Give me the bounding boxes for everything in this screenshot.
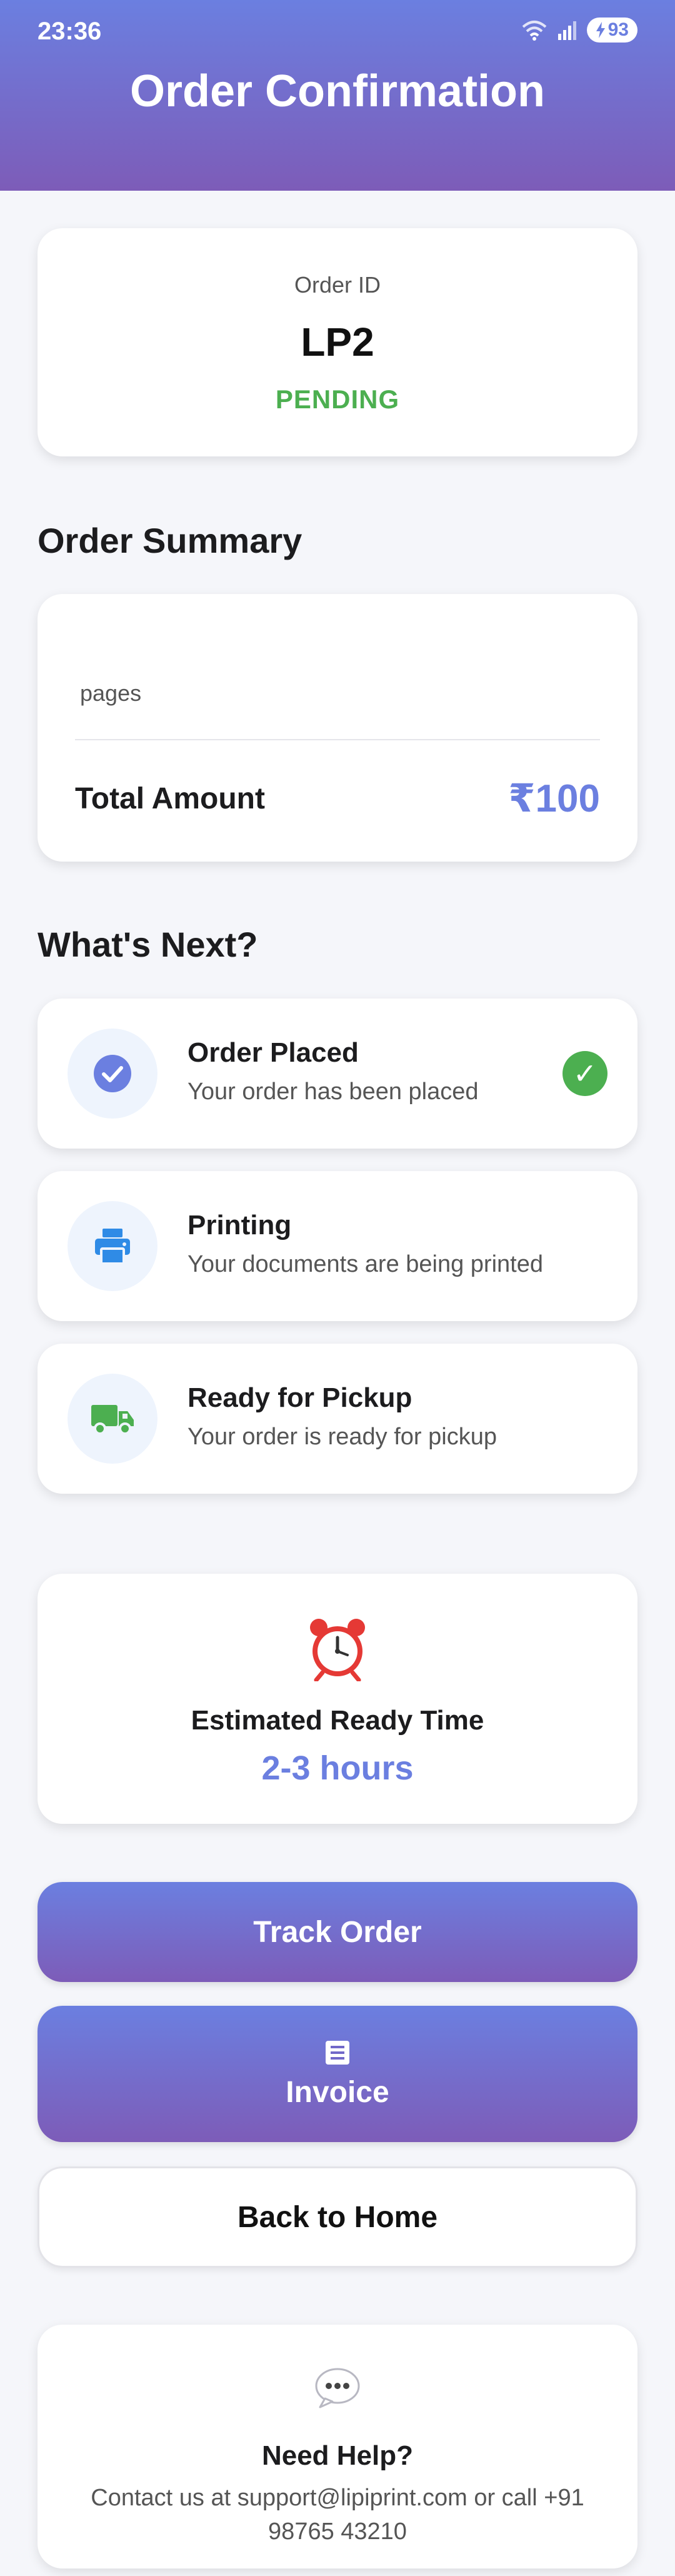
step-icon-container: [68, 1374, 158, 1464]
back-to-home-label: Back to Home: [237, 2200, 438, 2234]
status-bar: 23:36 93: [0, 0, 675, 63]
step-description: Your order is ready for pickup: [188, 1424, 497, 1450]
step-icon-container: [68, 1029, 158, 1119]
signal-icon: [558, 21, 576, 40]
wifi-icon: [522, 21, 546, 41]
order-summary-title: Order Summary: [38, 521, 302, 560]
total-amount-value: ₹100: [508, 777, 600, 820]
receipt-icon: [326, 2040, 349, 2065]
step-icon-container: [68, 1201, 158, 1291]
order-status-badge: PENDING: [275, 385, 400, 414]
page-title: Order Confirmation: [129, 66, 546, 116]
order-summary-card: pages Total Amount ₹100: [38, 594, 638, 862]
step-title: Order Placed: [188, 1037, 359, 1068]
step-description: Your order has been placed: [188, 1079, 479, 1105]
invoice-button[interactable]: Invoice: [38, 2006, 638, 2142]
order-id-label: Order ID: [294, 272, 381, 298]
battery-indicator: 93: [586, 18, 638, 43]
check-circle-icon: [94, 1055, 131, 1092]
truck-icon: [91, 1405, 134, 1435]
battery-level: 93: [608, 19, 629, 40]
total-amount-label: Total Amount: [75, 782, 265, 815]
eta-label: Estimated Ready Time: [191, 1705, 484, 1736]
whats-next-title: What's Next?: [38, 925, 258, 964]
status-time: 23:36: [38, 18, 102, 45]
order-id-card: Order ID LP2 PENDING: [38, 228, 638, 456]
completed-check-icon: ✓: [562, 1051, 608, 1096]
order-id-value: LP2: [301, 319, 374, 365]
eta-icon-wrapper: [38, 1616, 638, 1681]
step-title: Printing: [188, 1210, 292, 1240]
step-order-placed: Order Placed Your order has been placed …: [38, 999, 638, 1149]
summary-pages-label: pages: [80, 680, 142, 706]
step-ready-for-pickup: Ready for Pickup Your order is ready for…: [38, 1344, 638, 1494]
printer-icon: [95, 1229, 130, 1265]
alarm-clock-icon: [310, 1619, 365, 1681]
track-order-label: Track Order: [253, 1915, 422, 1949]
invoice-label: Invoice: [286, 2075, 389, 2109]
help-icon-wrapper: [38, 2367, 638, 2408]
battery-charging-icon: [596, 22, 605, 38]
summary-divider: [75, 739, 600, 740]
step-title: Ready for Pickup: [188, 1382, 412, 1413]
back-to-home-button[interactable]: Back to Home: [38, 2166, 638, 2268]
status-icons: 93: [521, 18, 638, 43]
estimated-time-card: Estimated Ready Time 2-3 hours: [38, 1574, 638, 1824]
step-printing: Printing Your documents are being printe…: [38, 1171, 638, 1321]
eta-value: 2-3 hours: [261, 1749, 414, 1787]
help-card: Need Help? Contact us at support@lipipri…: [38, 2325, 638, 2568]
track-order-button[interactable]: Track Order: [38, 1882, 638, 1982]
step-description: Your documents are being printed: [188, 1251, 543, 1277]
help-title: Need Help?: [261, 2440, 414, 2471]
speech-bubble-icon: [315, 2368, 360, 2408]
header: 23:36 93 Order Confirmation: [0, 0, 675, 191]
help-contact-text: Contact us at support@lipiprint.com or c…: [91, 2485, 584, 2545]
